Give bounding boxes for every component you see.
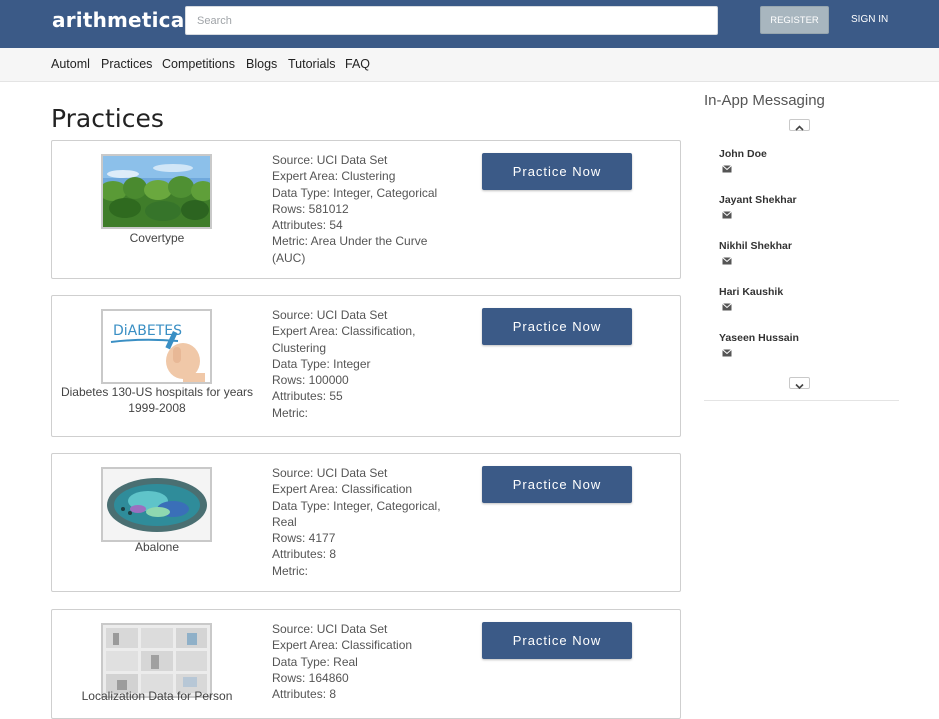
mail-icon[interactable] [722, 303, 732, 311]
detail-attributes: Attributes: 54 [272, 218, 343, 233]
detail-rows: Rows: 164860 [272, 670, 349, 685]
contact-name: John Doe [719, 148, 767, 160]
contact-item[interactable]: Nikhil Shekhar [719, 240, 792, 265]
detail-expert-area: Expert Area: Classification [272, 482, 413, 497]
sign-in-link[interactable]: SIGN IN [851, 14, 888, 25]
detail-data-type: Data Type: Real [272, 654, 358, 669]
practice-now-button[interactable]: Practice Now [482, 622, 632, 659]
detail-data-type: Data Type: Integer, Categorical [272, 185, 438, 200]
nav-item-practices[interactable]: Practices [101, 57, 152, 71]
detail-source: Source: UCI Data Set [272, 622, 388, 636]
logo[interactable]: arithmetica [52, 8, 184, 32]
nav-item-faq[interactable]: FAQ [345, 57, 370, 71]
dataset-thumbnail[interactable] [101, 154, 212, 229]
contact-item[interactable]: Hari Kaushik [719, 286, 783, 311]
scroll-down-button[interactable] [789, 377, 810, 390]
detail-rows: Rows: 100000 [272, 373, 349, 388]
contact-name: Hari Kaushik [719, 286, 784, 298]
nav-item-tutorials[interactable]: Tutorials [288, 57, 335, 71]
dataset-details: Source: UCI Data Set Expert Area: Classi… [272, 307, 462, 421]
dataset-thumbnail[interactable] [101, 623, 212, 698]
detail-rows: Rows: 4177 [272, 531, 336, 546]
contact-name: Jayant Shekhar [719, 194, 797, 206]
dataset-details: Source: UCI Data Set Expert Area: Cluste… [272, 152, 462, 266]
chevron-up-icon [795, 125, 804, 131]
search-input[interactable] [185, 6, 718, 35]
contact-name: Nikhil Shekhar [719, 240, 792, 252]
register-button[interactable]: REGISTER [760, 6, 829, 34]
practice-now-button[interactable]: Practice Now [482, 153, 632, 190]
detail-attributes: Attributes: 55 [272, 389, 343, 404]
mail-icon[interactable] [722, 211, 732, 219]
detail-expert-area: Expert Area: Classification [272, 638, 413, 653]
practice-card: Localization Data for Person Source: UCI… [51, 609, 681, 719]
nav-item-automl[interactable]: Automl [51, 57, 90, 71]
dataset-thumbnail[interactable] [101, 467, 212, 542]
contact-item[interactable]: Jayant Shekhar [719, 194, 797, 219]
scroll-up-button[interactable] [789, 119, 810, 131]
chevron-down-icon [795, 383, 804, 390]
page-title: Practices [51, 104, 164, 133]
detail-metric: Metric: Area Under the Curve (AUC) [272, 234, 428, 265]
detail-source: Source: UCI Data Set [272, 466, 388, 480]
contact-item[interactable]: John Doe [719, 148, 767, 173]
messaging-sidebar: In-App Messaging John Doe Jayant Shekhar… [704, 82, 899, 401]
detail-data-type: Data Type: Integer, Categorical, Real [272, 498, 441, 529]
practice-card: Abalone Source: UCI Data Set Expert Area… [51, 453, 681, 592]
mail-icon[interactable] [722, 257, 732, 265]
detail-expert-area: Expert Area: Classification, Clustering [272, 324, 416, 355]
practice-card: DiABETES Diabetes 130-US hospitals for y… [51, 295, 681, 437]
mail-icon[interactable] [722, 165, 732, 173]
contact-name: Yaseen Hussain [719, 332, 799, 344]
dataset-details: Source: UCI Data Set Expert Area: Classi… [272, 465, 462, 579]
detail-source: Source: UCI Data Set [272, 308, 388, 322]
detail-expert-area: Expert Area: Clustering [272, 169, 396, 184]
dataset-name: Covertype [129, 231, 185, 245]
detail-metric: Metric: [272, 563, 308, 578]
detail-rows: Rows: 581012 [272, 201, 349, 216]
detail-data-type: Data Type: Integer [272, 356, 371, 371]
dataset-name: Localization Data for Person [81, 689, 233, 703]
detail-attributes: Attributes: 8 [272, 547, 337, 562]
top-header: arithmetica REGISTER SIGN IN [0, 0, 939, 48]
dataset-details: Source: UCI Data Set Expert Area: Classi… [272, 621, 462, 702]
practice-now-button[interactable]: Practice Now [482, 308, 632, 345]
contact-item[interactable]: Yaseen Hussain [719, 332, 799, 357]
detail-source: Source: UCI Data Set [272, 153, 388, 167]
dataset-thumbnail[interactable]: DiABETES [101, 309, 212, 384]
practice-card: Covertype Source: UCI Data Set Expert Ar… [51, 140, 681, 279]
dataset-name: Diabetes 130-US hospitals for years 1999… [60, 385, 254, 416]
mail-icon[interactable] [722, 349, 732, 357]
nav-bar: Automl Practices Competitions Blogs Tuto… [0, 48, 939, 82]
nav-item-blogs[interactable]: Blogs [246, 57, 277, 71]
nav-item-competitions[interactable]: Competitions [162, 57, 235, 71]
dataset-name: Abalone [134, 540, 180, 554]
sidebar-title: In-App Messaging [704, 92, 825, 109]
detail-attributes: Attributes: 8 [272, 687, 337, 702]
detail-metric: Metric: [272, 405, 308, 420]
practice-now-button[interactable]: Practice Now [482, 466, 632, 503]
